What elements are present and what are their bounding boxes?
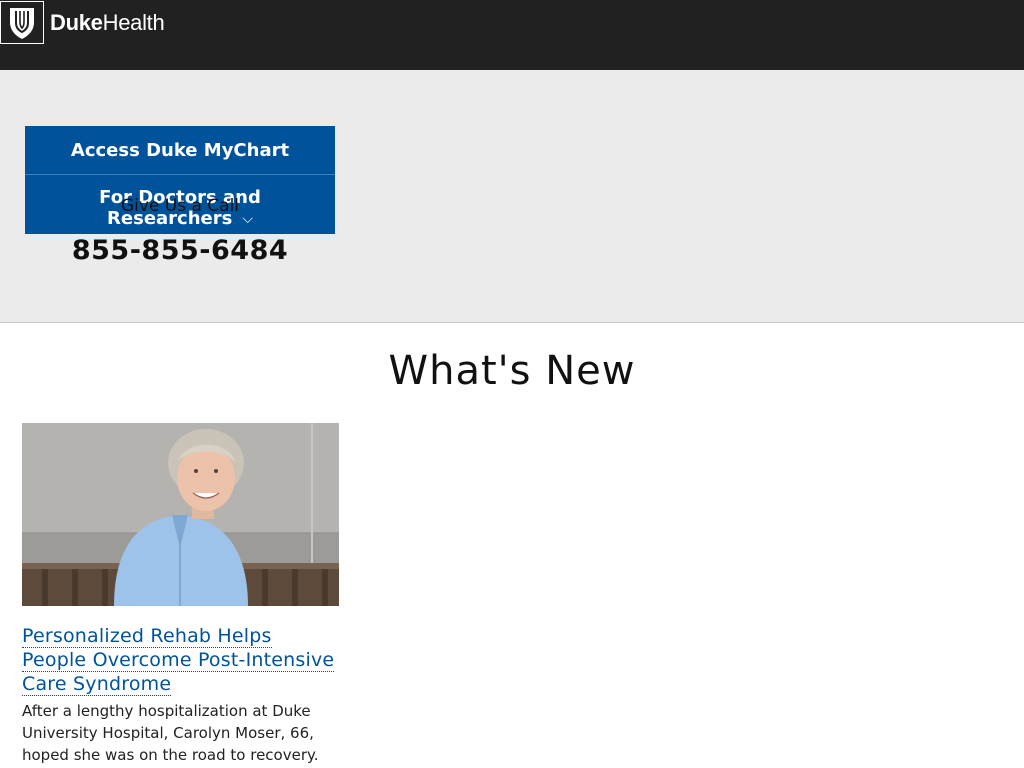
doctors-researchers-button[interactable]: For Doctors and Researchers ⌵	[25, 174, 335, 234]
article-photo[interactable]	[22, 423, 339, 606]
duke-shield-icon	[0, 1, 44, 44]
cta-band: Access Duke MyChart For Doctors and Rese…	[0, 70, 1024, 323]
logo-wordmark: DukeHealth	[50, 9, 165, 35]
doctors-button-label-line2: Researchers	[107, 208, 233, 230]
chevron-down-icon: ⌵	[242, 210, 253, 227]
doctors-button-label-line1: For Doctors and	[99, 187, 261, 209]
phone-number-link[interactable]: 855-855-6484	[25, 235, 335, 266]
whats-new-heading: What's New	[388, 348, 636, 394]
article-summary: After a lengthy hospitalization at Duke …	[22, 702, 319, 764]
access-mychart-button[interactable]: Access Duke MyChart	[25, 126, 335, 174]
site-header: DukeHealth	[0, 0, 1024, 70]
duke-health-logo[interactable]: DukeHealth	[0, 1, 165, 44]
article-title-link[interactable]: Personalized Rehab Helps People Overcome…	[22, 624, 339, 696]
news-card: Personalized Rehab Helps People Overcome…	[22, 423, 339, 766]
